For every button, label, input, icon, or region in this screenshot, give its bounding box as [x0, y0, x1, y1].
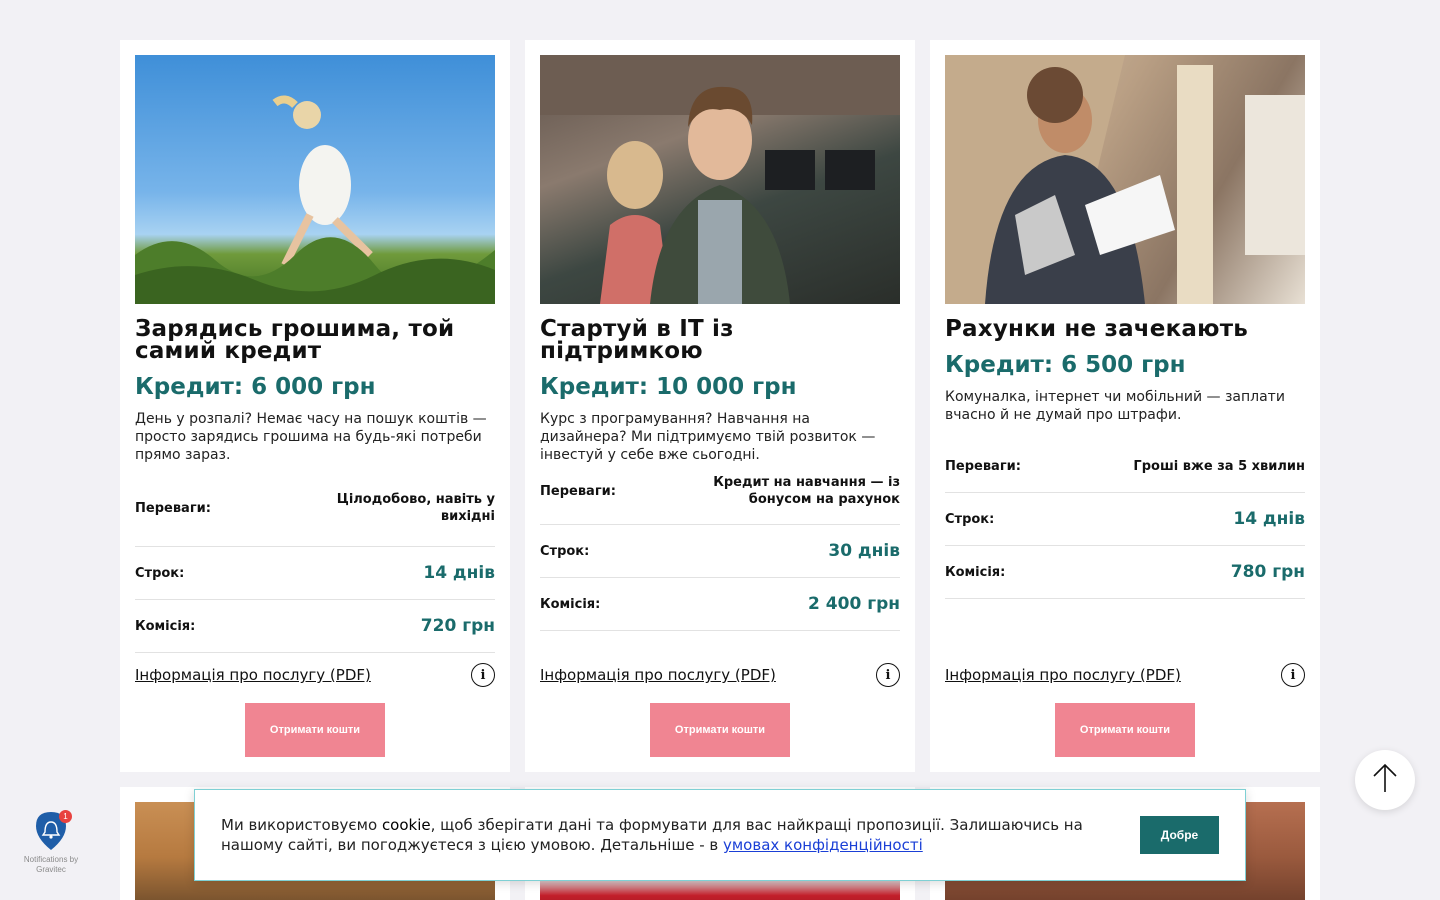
advantages-value: Кредит на навчання — із бонусом на рахун…: [713, 475, 900, 507]
advantages-label: Переваги:: [135, 500, 211, 516]
advantages-value: Гроші вже за 5 хвилин: [1133, 458, 1305, 474]
offer-image: [540, 55, 900, 304]
fee-value: 2 400 грн: [808, 594, 900, 614]
term-label: Строк:: [135, 565, 185, 581]
advantages-row: Переваги: Гроші вже за 5 хвилин: [945, 440, 1305, 493]
term-label: Строк:: [540, 543, 590, 559]
service-info-link[interactable]: Інформація про послугу (PDF): [540, 666, 776, 684]
notification-badge: 1: [59, 810, 72, 823]
scroll-to-top-button[interactable]: [1355, 750, 1415, 810]
cookie-text: Ми використовуємо cookie, щоб зберігати …: [221, 815, 1121, 855]
term-value: 14 днів: [423, 563, 495, 583]
fee-row: Комісія: 720 грн: [135, 600, 495, 653]
offer-description: День у розпалі? Немає часу на пошук кошт…: [135, 411, 487, 463]
offer-image: [135, 55, 495, 304]
term-value: 30 днів: [828, 541, 900, 561]
notifications-label: Notifications by Gravitec: [23, 855, 79, 874]
advantages-label: Переваги:: [945, 458, 1021, 474]
bell-icon[interactable]: 1: [34, 810, 72, 852]
advantages-label: Переваги:: [540, 483, 616, 499]
offer-credit: Кредит: 10 000 грн: [540, 374, 797, 400]
notifications-widget[interactable]: 1 Notifications by Gravitec: [18, 810, 84, 875]
offer-title: Стартуй в IT із підтримкою: [540, 316, 734, 364]
get-money-button[interactable]: Отримати кошти: [650, 703, 790, 757]
offer-details: Переваги: Кредит на навчання — із бонусо…: [540, 458, 900, 631]
cookie-accept-button[interactable]: Добре: [1140, 816, 1219, 854]
fee-row: Комісія: 2 400 грн: [540, 578, 900, 631]
get-money-button[interactable]: Отримати кошти: [245, 703, 385, 757]
offer-details: Переваги: Цілодобово, навіть у вихідні С…: [135, 470, 495, 653]
advantages-row: Переваги: Цілодобово, навіть у вихідні: [135, 470, 495, 547]
cookie-word: cookie: [381, 816, 431, 834]
info-icon[interactable]: i: [876, 663, 900, 687]
info-icon[interactable]: i: [1281, 663, 1305, 687]
offer-description: Комуналка, інтернет чи мобільний — запла…: [945, 389, 1285, 423]
privacy-terms-link[interactable]: умовах конфіденційності: [723, 836, 923, 854]
offer-image: [945, 55, 1305, 304]
offer-credit: Кредит: 6 500 грн: [945, 352, 1186, 378]
offer-description: Курс з програмування? Навчання на дизайн…: [540, 411, 876, 463]
offers-grid: Зарядись грошима, той самий кредит Креди…: [120, 40, 1320, 772]
fee-label: Комісія:: [135, 618, 196, 634]
fee-value: 720 грн: [420, 616, 495, 636]
offer-card: Рахунки не зачекають Кредит: 6 500 грн К…: [930, 40, 1320, 772]
offer-title: Рахунки не зачекають: [945, 316, 1248, 342]
service-info: Інформація про послугу (PDF) i: [135, 663, 495, 687]
offer-card: Стартуй в IT із підтримкою Кредит: 10 00…: [525, 40, 915, 772]
service-info-link[interactable]: Інформація про послугу (PDF): [135, 666, 371, 684]
arrow-up-icon: [1372, 763, 1398, 797]
service-info-link[interactable]: Інформація про послугу (PDF): [945, 666, 1181, 684]
term-label: Строк:: [945, 511, 995, 527]
offer-card: Зарядись грошима, той самий кредит Креди…: [120, 40, 510, 772]
offer-credit: Кредит: 6 000 грн: [135, 374, 376, 400]
offer-details: Переваги: Гроші вже за 5 хвилин Строк: 1…: [945, 440, 1305, 599]
service-info: Інформація про послугу (PDF) i: [945, 663, 1305, 687]
cookie-text-start: Ми використовуємо: [221, 816, 382, 834]
term-row: Строк: 14 днів: [945, 493, 1305, 546]
term-value: 14 днів: [1233, 509, 1305, 529]
fee-label: Комісія:: [945, 564, 1006, 580]
fee-label: Комісія:: [540, 596, 601, 612]
term-row: Строк: 14 днів: [135, 547, 495, 600]
fee-value: 780 грн: [1230, 562, 1305, 582]
offer-title: Зарядись грошима, той самий кредит: [135, 316, 455, 364]
advantages-row: Переваги: Кредит на навчання — із бонусо…: [540, 458, 900, 525]
cookie-banner: Ми використовуємо cookie, щоб зберігати …: [194, 789, 1246, 881]
term-row: Строк: 30 днів: [540, 525, 900, 578]
advantages-value: Цілодобово, навіть у вихідні: [336, 492, 495, 524]
info-icon[interactable]: i: [471, 663, 495, 687]
service-info: Інформація про послугу (PDF) i: [540, 663, 900, 687]
get-money-button[interactable]: Отримати кошти: [1055, 703, 1195, 757]
fee-row: Комісія: 780 грн: [945, 546, 1305, 599]
